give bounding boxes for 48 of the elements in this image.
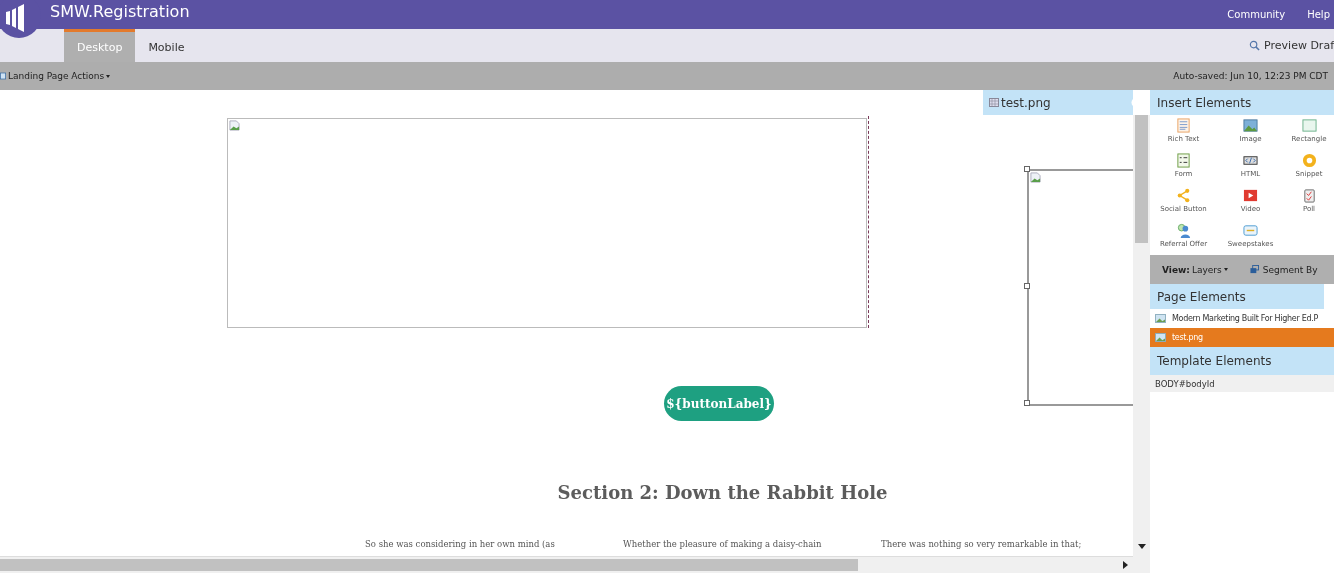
grid-icon [989, 98, 999, 107]
broken-image-icon [229, 120, 240, 131]
right-arrow-icon[interactable] [1122, 561, 1128, 569]
code-icon [1243, 153, 1258, 168]
layer-row[interactable]: BODY#bodyId [1150, 375, 1334, 392]
image-icon [1155, 333, 1166, 342]
actions-menu[interactable]: Landing Page Actions [8, 71, 111, 81]
person-icon [1176, 223, 1191, 238]
clipboard-icon [1301, 188, 1317, 203]
image-icon [1243, 118, 1258, 133]
resize-handle[interactable] [1024, 166, 1030, 172]
horizontal-scrollbar[interactable] [0, 556, 1133, 573]
form-icon [1176, 153, 1191, 168]
down-arrow-icon[interactable] [1137, 543, 1146, 549]
page-icon [0, 72, 6, 80]
text-icon [1176, 118, 1191, 133]
page-title: SMW.Registration [50, 2, 190, 21]
rectangle-icon [1301, 118, 1317, 133]
paragraph-text: There was nothing so very remarkable in that; [881, 539, 1083, 549]
image-icon [1155, 314, 1166, 323]
layer-row[interactable]: Modern Marketing Built For Higher Ed.P [1150, 309, 1334, 328]
caret-icon [1223, 268, 1228, 271]
header-link[interactable]: Help [1307, 9, 1330, 20]
search-icon [1249, 40, 1261, 51]
section-title: Page Elements [1157, 289, 1246, 304]
section-heading: Section 2: Down the Rabbit Hole [556, 482, 889, 503]
element-name: test.png [1001, 95, 1051, 110]
video-icon [1243, 188, 1258, 203]
broken-image-icon [1030, 172, 1041, 183]
preview-link[interactable]: Preview Draf [1264, 39, 1334, 52]
ring-icon [1301, 153, 1317, 168]
scrollbar-thumb[interactable] [1135, 115, 1148, 243]
share-icon [1176, 188, 1191, 203]
panel-title: Insert Elements [1157, 95, 1252, 110]
card-icon [1243, 223, 1258, 238]
resize-handle[interactable] [1024, 400, 1030, 406]
section-title: Template Elements [1157, 354, 1272, 368]
header-link[interactable]: Community [1227, 9, 1286, 20]
paragraph-text: So she was considering in her own mind (as [365, 539, 556, 549]
view-menu[interactable]: View: Layers [1162, 264, 1228, 275]
resize-handle[interactable] [1024, 283, 1030, 289]
scrollbar-thumb[interactable] [0, 559, 858, 571]
segment-button[interactable]: Segment By [1262, 264, 1318, 275]
copy-icon [1249, 265, 1259, 274]
tab[interactable]: Mobile [135, 29, 198, 62]
caret-icon [106, 74, 111, 78]
paragraph-text: Whether the pleasure of making a daisy-chain [623, 539, 823, 549]
autosave-status: Auto-saved: Jun 10, 12:23 PM CDT [1173, 71, 1328, 81]
